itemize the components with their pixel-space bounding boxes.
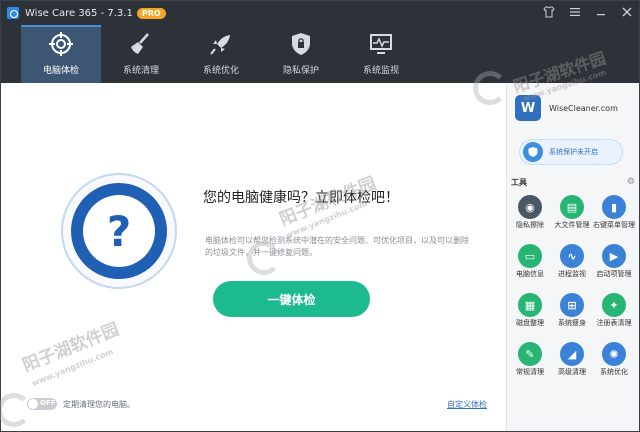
custom-checkup-link[interactable]: 自定义体检 bbox=[447, 399, 487, 410]
tool-item[interactable]: ▭ 电脑信息 bbox=[509, 244, 551, 292]
app-logo-icon bbox=[7, 7, 19, 19]
checkup-panel: ? 您的电脑健康吗？立即体检吧！ 电脑体检可以帮您检测系统中潜在的安全问题、可优… bbox=[1, 83, 506, 431]
tab-system-clean[interactable]: 系统清理 bbox=[101, 25, 181, 83]
tool-item[interactable]: ✦ 注册表清理 bbox=[593, 293, 635, 341]
shirt-icon[interactable] bbox=[543, 6, 555, 23]
tool-label: 常规清理 bbox=[516, 368, 544, 376]
rocket-icon bbox=[210, 35, 230, 55]
brush-icon: ✎ bbox=[518, 342, 542, 366]
app-title: Wise Care 365 - 7.3.1 bbox=[25, 7, 133, 19]
tool-item[interactable]: ◉ 隐私擦除 bbox=[509, 195, 551, 243]
gear-icon[interactable]: ⚙ bbox=[627, 177, 635, 188]
tools-grid: ◉ 隐私擦除 ▤ 大文件管理 ▮ 右键菜单管理 ▭ 电脑信息 ∿ 进程监视 ▶ 启动项管理 ▦ 磁盘整理 ⊞… bbox=[509, 195, 638, 390]
brand-name[interactable]: WiseCleaner.com bbox=[549, 104, 618, 113]
tab-label: 系统优化 bbox=[202, 66, 239, 76]
tool-item[interactable]: ▶ 启动项管理 bbox=[593, 244, 635, 292]
tab-label: 隐私保护 bbox=[282, 66, 319, 76]
disk-icon: ▦ bbox=[518, 293, 542, 317]
tab-label: 系统监视 bbox=[362, 66, 399, 76]
tool-item[interactable]: ▦ 磁盘整理 bbox=[509, 293, 551, 341]
windows-icon: ⊞ bbox=[560, 293, 584, 317]
tool-label: 高级清理 bbox=[558, 368, 586, 376]
tool-label: 电脑信息 bbox=[516, 270, 544, 278]
registry-icon: ✦ bbox=[602, 293, 626, 317]
tab-label: 系统清理 bbox=[122, 66, 159, 76]
tab-system-monitor[interactable]: 系统监视 bbox=[341, 25, 421, 83]
schedule-toggle[interactable]: OFF bbox=[27, 398, 57, 410]
health-ring-mid: ? bbox=[71, 183, 167, 279]
tool-label: 右键菜单管理 bbox=[593, 221, 635, 229]
protection-status-button[interactable]: 系统保护未开启 bbox=[519, 139, 623, 165]
process-icon: ∿ bbox=[560, 244, 584, 268]
shield-lock-icon bbox=[292, 33, 310, 55]
one-click-check-button[interactable]: 一键体检 bbox=[213, 281, 370, 317]
wisecleaner-logo-icon: W bbox=[515, 95, 541, 121]
monitor-icon bbox=[370, 34, 392, 54]
crosshair-icon bbox=[49, 32, 73, 56]
tools-title: 工具 bbox=[511, 178, 527, 187]
eye-slash-icon: ◉ bbox=[518, 195, 542, 219]
brand: W WiseCleaner.com bbox=[515, 95, 618, 121]
tool-label: 进程监视 bbox=[558, 270, 586, 278]
tool-item[interactable]: ✎ 常规清理 bbox=[509, 342, 551, 390]
health-ring: ? bbox=[61, 173, 177, 289]
tool-item[interactable]: ◢ 高级清理 bbox=[551, 342, 593, 390]
minimize-icon[interactable] bbox=[595, 6, 607, 23]
side-panel: W WiseCleaner.com 系统保护未开启 工具 ⚙ ◉ 隐私擦除 ▤ 大文件… bbox=[506, 83, 639, 431]
protection-status-text: 系统保护未开启 bbox=[549, 148, 598, 156]
eraser-icon: ◢ bbox=[560, 342, 584, 366]
info-icon: ▭ bbox=[518, 244, 542, 268]
tool-label: 隐私擦除 bbox=[516, 221, 544, 229]
file-icon: ▤ bbox=[560, 195, 584, 219]
startup-icon: ▶ bbox=[602, 244, 626, 268]
tool-label: 启动项管理 bbox=[596, 270, 632, 278]
schedule-text: 定期清理您的电脑。 bbox=[63, 399, 135, 409]
tool-label: 大文件管理 bbox=[554, 221, 590, 229]
tool-item[interactable]: ✺ 系统优化 bbox=[593, 342, 635, 390]
close-icon[interactable] bbox=[621, 6, 633, 23]
title-bar: Wise Care 365 - 7.3.1 PRO bbox=[1, 1, 639, 25]
page-title: 您的电脑健康吗？立即体检吧！ bbox=[203, 190, 399, 206]
main-nav: 电脑体检 系统清理 系统优化 隐私保护 系统监视 bbox=[1, 25, 639, 83]
tool-label: 磁盘整理 bbox=[516, 319, 544, 327]
checkup-description: 电脑体检可以帮您检测系统中潜在的安全问题、可优化项目，以及可以删除的垃圾文件，并… bbox=[205, 236, 469, 257]
pro-badge: PRO bbox=[136, 7, 166, 19]
app-window: Wise Care 365 - 7.3.1 PRO 电脑体检 系统清理 系统优化… bbox=[0, 0, 640, 432]
schedule-row: OFF 定期清理您的电脑。 bbox=[27, 398, 135, 410]
tab-label: 电脑体检 bbox=[42, 66, 79, 76]
tool-label: 系统瘦身 bbox=[558, 319, 586, 327]
tool-item[interactable]: ⊞ 系统瘦身 bbox=[551, 293, 593, 341]
tools-header: 工具 ⚙ bbox=[511, 177, 635, 188]
tool-label: 注册表清理 bbox=[596, 319, 632, 327]
question-icon: ? bbox=[83, 195, 155, 267]
optimize-icon: ✺ bbox=[602, 342, 626, 366]
tool-item[interactable]: ▮ 右键菜单管理 bbox=[593, 195, 635, 243]
window-controls bbox=[543, 6, 633, 23]
tool-label: 系统优化 bbox=[600, 368, 628, 376]
shield-icon bbox=[523, 142, 543, 162]
broom-icon bbox=[131, 33, 149, 54]
tool-item[interactable]: ▤ 大文件管理 bbox=[551, 195, 593, 243]
tool-item[interactable]: ∿ 进程监视 bbox=[551, 244, 593, 292]
tab-privacy-protect[interactable]: 隐私保护 bbox=[261, 25, 341, 83]
toggle-state: OFF bbox=[40, 399, 56, 407]
mouse-icon: ▮ bbox=[602, 195, 626, 219]
tab-pc-checkup[interactable]: 电脑体检 bbox=[21, 25, 101, 83]
menu-icon[interactable] bbox=[569, 6, 581, 23]
tab-system-optimize[interactable]: 系统优化 bbox=[181, 25, 261, 83]
